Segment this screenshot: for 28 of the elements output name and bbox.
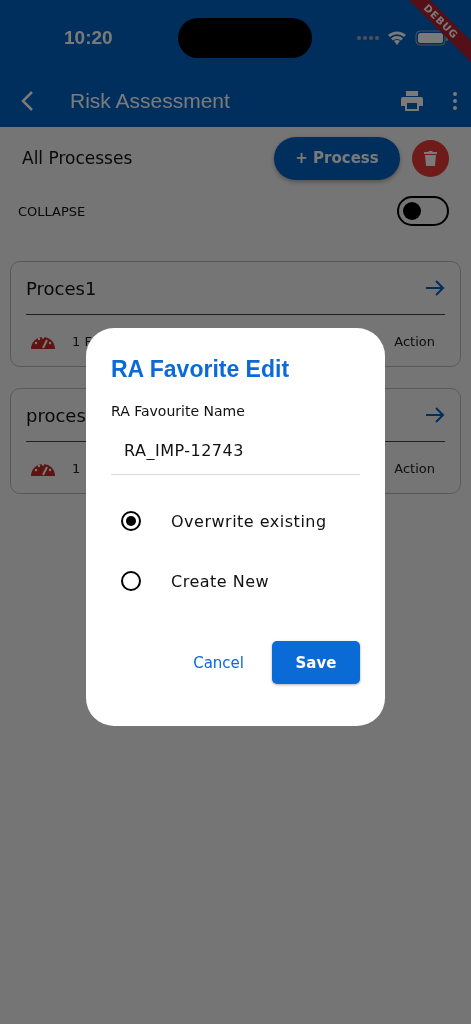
process-action: Action — [394, 460, 436, 476]
wifi-icon — [387, 30, 407, 45]
save-button[interactable]: Save — [272, 641, 360, 684]
option-label: Overwrite existing — [171, 511, 327, 531]
radio-button[interactable] — [121, 571, 141, 591]
print-icon[interactable] — [401, 91, 423, 111]
arrow-right-icon[interactable] — [425, 406, 445, 424]
add-process-button[interactable]: + Process — [274, 136, 400, 180]
status-time: 10:20 — [64, 26, 113, 49]
process-summary: 1 F — [72, 333, 92, 349]
collapse-label: COLLAPSE — [18, 203, 86, 219]
option-label: Create New — [171, 571, 270, 591]
process-action: Action — [394, 333, 436, 349]
section-title: All Processes — [22, 148, 134, 168]
collapse-toggle[interactable] — [397, 196, 449, 226]
process-name: proces — [26, 404, 86, 426]
trash-icon — [424, 150, 437, 166]
app-title: Risk Assessment — [70, 89, 231, 113]
process-name: Proces1 — [26, 277, 97, 299]
cancel-button[interactable]: Cancel — [187, 652, 250, 673]
more-icon[interactable] — [453, 92, 457, 110]
signal-icon — [357, 35, 379, 40]
delete-button[interactable] — [412, 139, 449, 177]
radio-button[interactable] — [121, 511, 141, 531]
process-summary: 1 — [72, 460, 81, 476]
back-icon[interactable] — [20, 90, 34, 112]
arrow-right-icon[interactable] — [425, 279, 445, 297]
field-label: RA Favourite Name — [111, 403, 246, 419]
